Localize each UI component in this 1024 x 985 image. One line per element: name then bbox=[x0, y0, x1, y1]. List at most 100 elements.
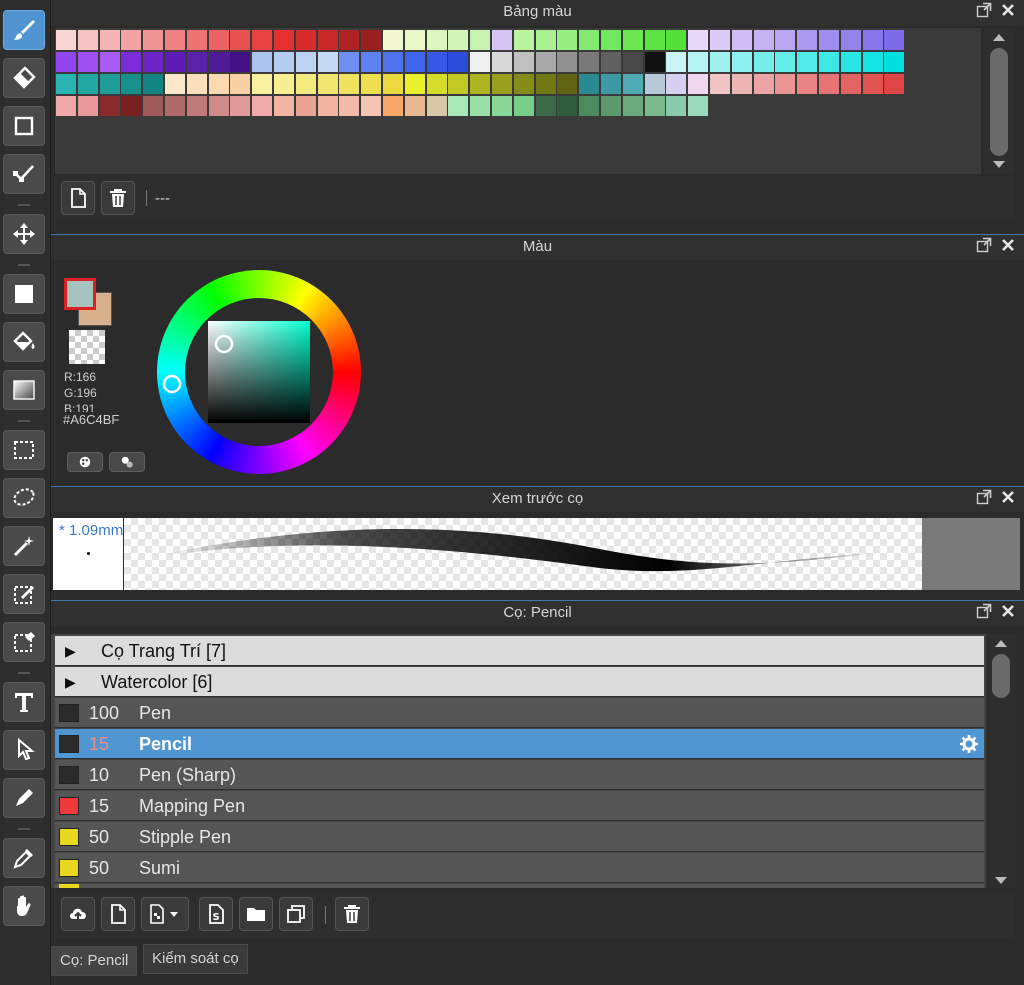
palette-swatch[interactable] bbox=[819, 52, 839, 72]
palette-swatch[interactable] bbox=[470, 74, 491, 94]
brush-group-row[interactable]: ▶ Cọ Trang Trí [7] bbox=[55, 636, 984, 666]
palette-swatch[interactable] bbox=[426, 30, 447, 50]
palette-swatch[interactable] bbox=[295, 74, 316, 94]
palette-swatch[interactable] bbox=[56, 30, 76, 50]
brush-item-row[interactable]: 15 Mapping Pen bbox=[55, 791, 984, 821]
palette-swatch[interactable] bbox=[470, 96, 491, 116]
scroll-up-icon[interactable] bbox=[992, 32, 1006, 42]
palette-swatch[interactable] bbox=[404, 96, 425, 116]
new-brush-button[interactable] bbox=[101, 897, 135, 931]
palette-swatch[interactable] bbox=[208, 52, 229, 72]
popout-icon[interactable] bbox=[976, 2, 992, 18]
hue-wheel[interactable] bbox=[156, 269, 362, 475]
scroll-up-icon[interactable] bbox=[994, 638, 1008, 648]
palette-swatch[interactable] bbox=[513, 74, 534, 94]
eraser-tool-button[interactable] bbox=[3, 58, 45, 98]
palette-swatch[interactable] bbox=[775, 30, 796, 50]
palette-swatch[interactable] bbox=[339, 96, 360, 116]
palette-swatch[interactable] bbox=[121, 52, 142, 72]
palette-swatch[interactable] bbox=[688, 74, 709, 94]
lasso-tool-button[interactable] bbox=[3, 478, 45, 518]
color-mode-button[interactable] bbox=[67, 452, 103, 472]
palette-swatch[interactable] bbox=[492, 52, 512, 72]
duplicate-brush-button[interactable] bbox=[279, 897, 313, 931]
palette-swatch[interactable] bbox=[622, 96, 643, 116]
brush-settings-gear-icon[interactable] bbox=[960, 735, 978, 753]
script-brush-button[interactable]: S bbox=[199, 897, 233, 931]
brush-item-row-selected[interactable]: 15 Pencil bbox=[55, 729, 984, 759]
palette-swatch[interactable] bbox=[470, 30, 491, 50]
palette-swatch[interactable] bbox=[77, 96, 98, 116]
palette-swatch[interactable] bbox=[383, 74, 403, 94]
palette-swatch[interactable] bbox=[99, 96, 120, 116]
palette-swatch[interactable] bbox=[274, 74, 294, 94]
palette-swatch[interactable] bbox=[535, 52, 556, 72]
expand-arrow-icon[interactable]: ▶ bbox=[65, 667, 76, 697]
palette-swatch[interactable] bbox=[77, 74, 98, 94]
palette-swatch[interactable] bbox=[383, 96, 403, 116]
palette-swatch[interactable] bbox=[688, 52, 709, 72]
palette-swatch[interactable] bbox=[666, 74, 687, 94]
palette-swatch[interactable] bbox=[295, 52, 316, 72]
palette-swatch[interactable] bbox=[274, 30, 294, 50]
palette-swatch[interactable] bbox=[579, 52, 600, 72]
operation-tool-button[interactable] bbox=[3, 730, 45, 770]
palette-swatch[interactable] bbox=[622, 74, 643, 94]
palette-swatch[interactable] bbox=[601, 74, 621, 94]
palette-swatch[interactable] bbox=[688, 30, 709, 50]
palette-swatch[interactable] bbox=[753, 52, 774, 72]
transparent-color-swatch[interactable] bbox=[69, 330, 105, 364]
close-icon[interactable] bbox=[1000, 489, 1016, 505]
palette-swatch[interactable] bbox=[317, 52, 338, 72]
bucket-tool-button[interactable] bbox=[3, 322, 45, 362]
palette-swatch[interactable] bbox=[426, 52, 447, 72]
palette-swatch[interactable] bbox=[361, 74, 382, 94]
palette-swatch[interactable] bbox=[165, 30, 185, 50]
palette-swatch[interactable] bbox=[862, 74, 883, 94]
palette-swatch[interactable] bbox=[121, 74, 142, 94]
palette-swatch[interactable] bbox=[710, 30, 730, 50]
close-icon[interactable] bbox=[1000, 603, 1016, 619]
palette-swatch[interactable] bbox=[186, 96, 207, 116]
palette-swatch[interactable] bbox=[819, 30, 839, 50]
palette-swatch[interactable] bbox=[99, 74, 120, 94]
polyline-tool-button[interactable] bbox=[3, 154, 45, 194]
text-tool-button[interactable] bbox=[3, 682, 45, 722]
upload-brush-button[interactable] bbox=[61, 897, 95, 931]
palette-swatch[interactable] bbox=[666, 96, 687, 116]
palette-swatch[interactable] bbox=[77, 30, 98, 50]
palette-swatch[interactable] bbox=[361, 52, 382, 72]
close-icon[interactable] bbox=[1000, 2, 1016, 18]
palette-swatch[interactable] bbox=[753, 74, 774, 94]
palette-swatch[interactable] bbox=[492, 96, 512, 116]
palette-swatch[interactable] bbox=[77, 52, 98, 72]
delete-palette-button[interactable] bbox=[101, 181, 135, 215]
palette-swatch[interactable] bbox=[731, 30, 752, 50]
palette-swatch[interactable] bbox=[884, 74, 905, 94]
move-tool-button[interactable] bbox=[3, 214, 45, 254]
palette-swatch[interactable] bbox=[731, 74, 752, 94]
palette-swatch[interactable] bbox=[317, 74, 338, 94]
palette-swatch[interactable] bbox=[274, 96, 294, 116]
eyedropper-tool-button[interactable] bbox=[3, 838, 45, 878]
palette-swatch[interactable] bbox=[513, 96, 534, 116]
palette-swatch[interactable] bbox=[862, 52, 883, 72]
scroll-down-icon[interactable] bbox=[994, 876, 1008, 886]
palette-swatch[interactable] bbox=[121, 30, 142, 50]
palette-swatch[interactable] bbox=[622, 30, 643, 50]
palette-swatch[interactable] bbox=[361, 96, 382, 116]
close-icon[interactable] bbox=[1000, 237, 1016, 253]
scroll-down-icon[interactable] bbox=[992, 160, 1006, 170]
shape-tool-button[interactable] bbox=[3, 106, 45, 146]
brush-group-row[interactable]: ▶ Watercolor [6] bbox=[55, 667, 984, 697]
palette-swatch[interactable] bbox=[361, 30, 382, 50]
palette-swatch[interactable] bbox=[579, 74, 600, 94]
palette-swatch[interactable] bbox=[579, 96, 600, 116]
palette-swatch[interactable] bbox=[426, 74, 447, 94]
palette-swatch[interactable] bbox=[448, 52, 469, 72]
palette-swatch[interactable] bbox=[252, 96, 273, 116]
palette-swatch[interactable] bbox=[862, 30, 883, 50]
brush-item-row[interactable]: 10 Pen (Sharp) bbox=[55, 760, 984, 790]
palette-swatch[interactable] bbox=[492, 74, 512, 94]
palette-swatch[interactable] bbox=[186, 74, 207, 94]
